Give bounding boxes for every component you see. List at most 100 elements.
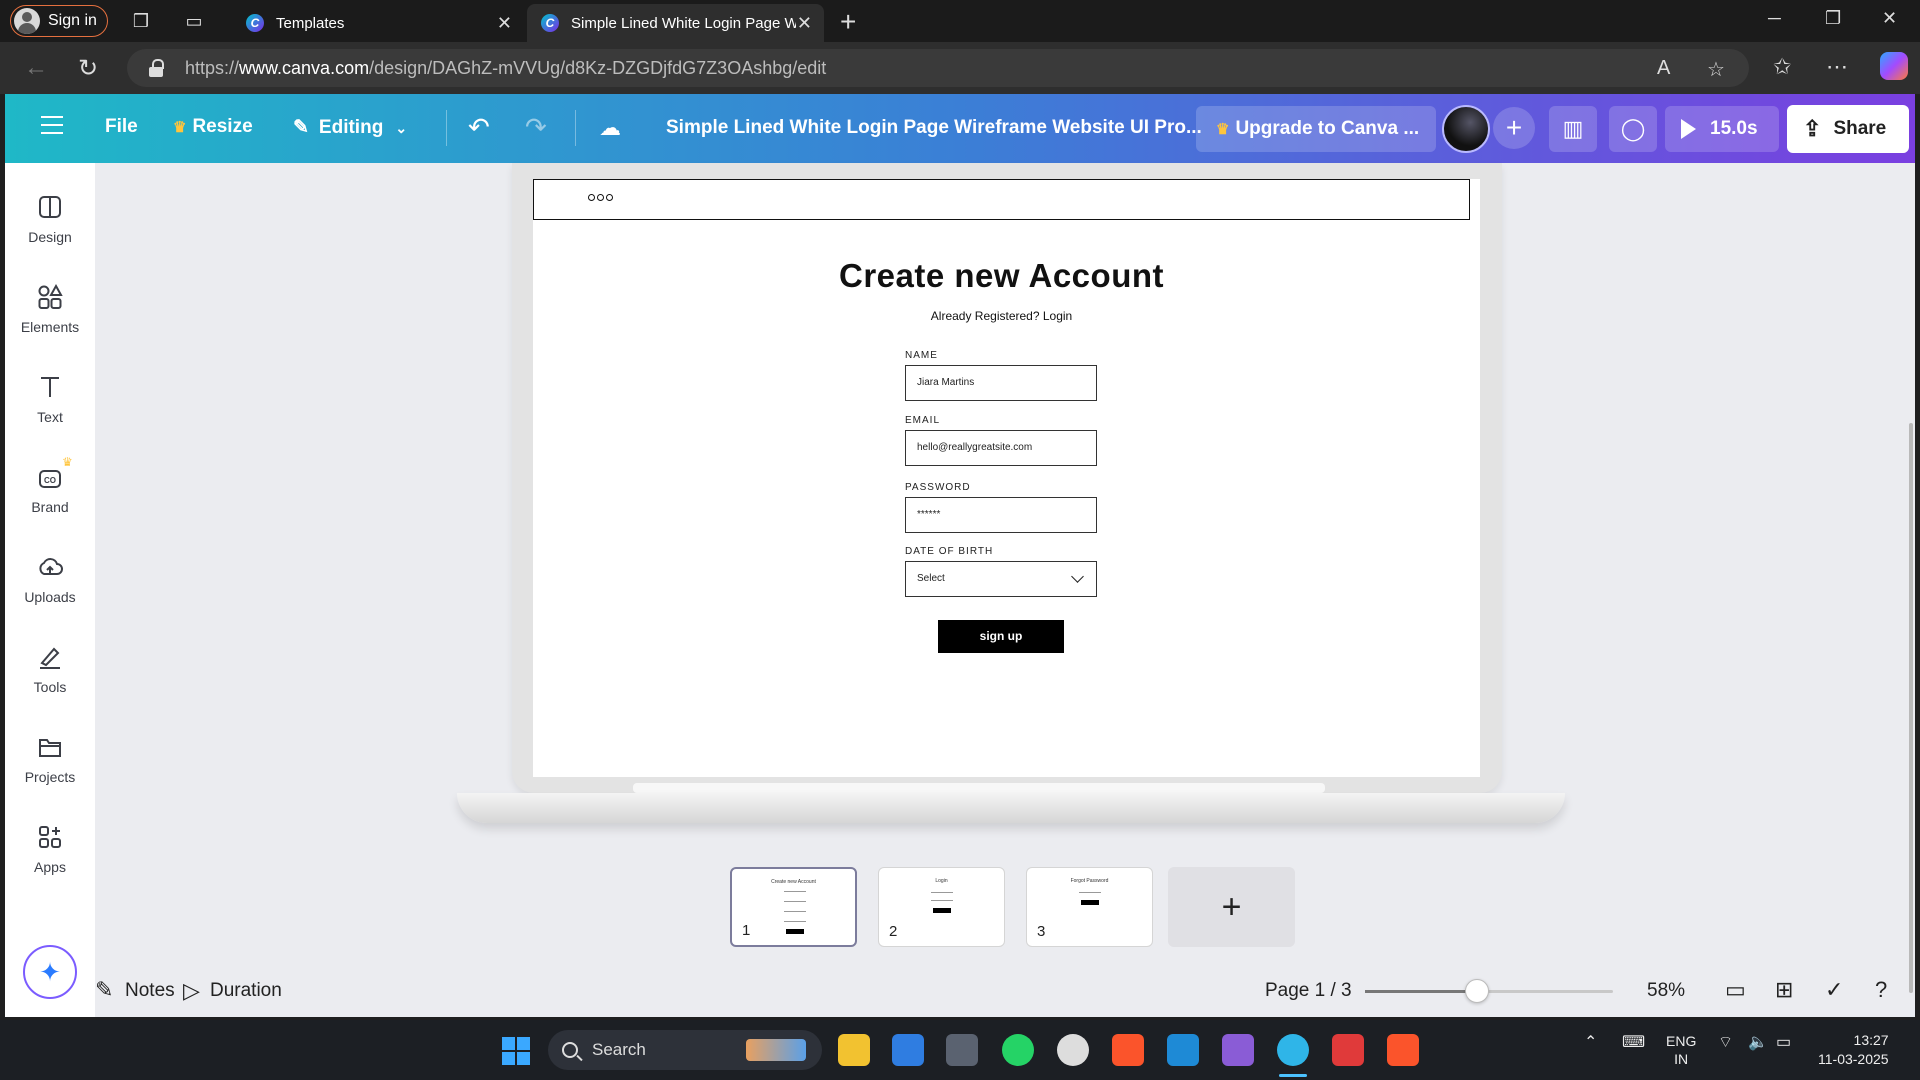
grid-view-icon[interactable]: ⊞ — [1775, 977, 1793, 1003]
sidebar-item-brand[interactable]: ♛ CO Brand — [5, 455, 95, 515]
undo-icon[interactable]: ↶ — [468, 112, 490, 143]
password-field[interactable]: ****** — [905, 497, 1097, 533]
share-button[interactable]: ⇪ Share — [1787, 105, 1909, 153]
show-hidden-icons-icon[interactable]: ⌃ — [1584, 1032, 1597, 1052]
sidebar-item-tools[interactable]: Tools — [5, 643, 95, 695]
close-window-icon[interactable]: ✕ — [1882, 8, 1897, 29]
sidebar-item-elements[interactable]: Elements — [5, 283, 95, 335]
address-bar[interactable]: https:// www.canva.com /design/DAGhZ-mVV… — [127, 49, 1749, 87]
zoom-level[interactable]: 58% — [1647, 980, 1685, 1002]
workspaces-icon[interactable]: ❒ — [130, 10, 152, 32]
file-menu[interactable]: File — [105, 116, 138, 138]
dob-select[interactable]: Select — [905, 561, 1097, 597]
copilot-icon[interactable] — [1880, 52, 1908, 80]
document-title[interactable]: Simple Lined White Login Page Wireframe … — [666, 117, 1202, 139]
sidebar-item-design[interactable]: Design — [5, 193, 95, 245]
zoom-slider-fill — [1365, 990, 1477, 993]
vertical-scrollbar[interactable] — [1909, 423, 1913, 993]
read-aloud-icon[interactable]: A — [1657, 57, 1670, 80]
add-collaborator-icon[interactable]: + — [1493, 107, 1535, 149]
page-thumbnail-1[interactable]: Create new Account 1 — [730, 867, 857, 947]
checkmark-icon[interactable]: ✓ — [1825, 977, 1843, 1003]
menu-icon[interactable] — [41, 116, 63, 134]
email-label[interactable]: EMAIL — [905, 415, 940, 426]
browser-toolbar: ← ↻ https:// www.canva.com /design/DAGhZ… — [0, 42, 1920, 94]
present-button[interactable]: 15.0s — [1665, 106, 1779, 152]
visual-studio-icon[interactable] — [1222, 1034, 1254, 1066]
sidebar-item-uploads[interactable]: Uploads — [5, 553, 95, 605]
language-indicator[interactable]: ENG IN — [1666, 1032, 1696, 1068]
text-icon — [41, 377, 59, 397]
pdf-reader-icon[interactable] — [1332, 1034, 1364, 1066]
form-title[interactable]: Create new Account — [533, 257, 1470, 295]
page-thumbnail-3[interactable]: Forgot Password 3 — [1026, 867, 1153, 947]
sidebar-item-projects[interactable]: Projects — [5, 733, 95, 785]
tab-design[interactable]: C Simple Lined White Login Page Wirefram… — [527, 4, 824, 42]
volume-icon[interactable]: 🔈 — [1748, 1032, 1768, 1052]
thumb-line — [931, 892, 953, 893]
taskbar-search[interactable]: Search — [548, 1030, 822, 1070]
sidebar-item-label: Projects — [24, 769, 76, 785]
close-tab-icon[interactable]: ✕ — [497, 13, 512, 34]
redo-icon[interactable]: ↷ — [525, 112, 547, 143]
close-tab-icon[interactable]: ✕ — [797, 13, 812, 34]
duration-button[interactable]: Duration — [210, 980, 282, 1002]
comment-icon[interactable]: ◯ — [1609, 106, 1657, 152]
design-page[interactable]: Create new Account Already Registered? L… — [533, 179, 1480, 777]
system-clock[interactable]: 13:27 11-03-2025 — [1818, 1031, 1889, 1069]
file-explorer-icon[interactable] — [838, 1034, 870, 1066]
insights-icon[interactable]: ▥ — [1549, 106, 1597, 152]
clock-date: 11-03-2025 — [1818, 1051, 1889, 1067]
chatgpt-icon[interactable] — [1057, 1034, 1089, 1066]
windows-start-icon[interactable] — [502, 1037, 530, 1065]
sign-up-button[interactable]: sign up — [938, 620, 1064, 653]
wireframe-navbar[interactable] — [533, 179, 1470, 220]
crown-icon: ♛ — [62, 455, 73, 469]
name-field[interactable]: Jiara Martins — [905, 365, 1097, 401]
play-icon — [1681, 119, 1696, 139]
refresh-icon[interactable]: ↻ — [78, 54, 98, 83]
form-subtitle[interactable]: Already Registered? Login — [533, 309, 1470, 323]
store-icon[interactable] — [892, 1034, 924, 1066]
vscode-icon[interactable] — [1167, 1034, 1199, 1066]
page-thumbnail-2[interactable]: Login 2 — [878, 867, 1005, 947]
app-icon[interactable] — [946, 1034, 978, 1066]
minimize-icon[interactable]: ─ — [1768, 8, 1781, 29]
help-icon[interactable]: ? — [1875, 977, 1887, 1003]
edge-icon[interactable] — [1277, 1034, 1309, 1066]
email-field[interactable]: hello@reallygreatsite.com — [905, 430, 1097, 466]
page-indicator[interactable]: Page 1 / 3 — [1265, 980, 1352, 1002]
wifi-icon[interactable]: ⌔ — [1718, 1032, 1733, 1052]
cloud-saved-icon[interactable]: ☁ — [599, 115, 621, 141]
battery-icon[interactable]: ▭ — [1776, 1032, 1791, 1052]
whatsapp-icon[interactable] — [1002, 1034, 1034, 1066]
resize-button[interactable]: ♛ Resize — [173, 116, 253, 138]
back-icon[interactable]: ← — [24, 54, 48, 82]
more-options-icon[interactable]: ⋯ — [1826, 54, 1848, 80]
notes-button[interactable]: Notes — [125, 980, 175, 1002]
magic-assistant-icon[interactable]: ✦ — [23, 945, 77, 999]
sign-in-button[interactable]: Sign in — [10, 5, 108, 37]
page-number: 3 — [1037, 923, 1046, 940]
password-label[interactable]: PASSWORD — [905, 482, 971, 493]
dob-label[interactable]: DATE OF BIRTH — [905, 546, 993, 557]
favorites-icon[interactable]: ✩ — [1773, 54, 1791, 80]
tab-templates[interactable]: C Templates ✕ — [232, 4, 524, 42]
name-label[interactable]: NAME — [905, 350, 938, 361]
brave-icon[interactable] — [1112, 1034, 1144, 1066]
keyboard-icon[interactable]: ⌨ — [1622, 1032, 1645, 1052]
new-tab-icon[interactable]: + — [840, 6, 856, 38]
editing-mode-button[interactable]: ✎ Editing ⌄ — [293, 116, 407, 139]
sidebar-item-text[interactable]: Text — [5, 373, 95, 425]
restore-icon[interactable]: ❐ — [1825, 8, 1841, 29]
zoom-slider[interactable] — [1365, 979, 1613, 1003]
zoom-slider-handle[interactable] — [1464, 979, 1489, 1003]
brave-beta-icon[interactable] — [1387, 1034, 1419, 1066]
avatar[interactable] — [1442, 105, 1490, 153]
tab-actions-icon[interactable]: ▭ — [183, 10, 205, 32]
add-page-button[interactable]: + — [1168, 867, 1295, 947]
upgrade-button[interactable]: ♛ Upgrade to Canva ... — [1196, 106, 1436, 152]
favorite-star-icon[interactable]: ☆ — [1707, 57, 1725, 82]
pages-view-icon[interactable]: ▭ — [1725, 977, 1746, 1003]
sidebar-item-apps[interactable]: Apps — [5, 823, 95, 875]
